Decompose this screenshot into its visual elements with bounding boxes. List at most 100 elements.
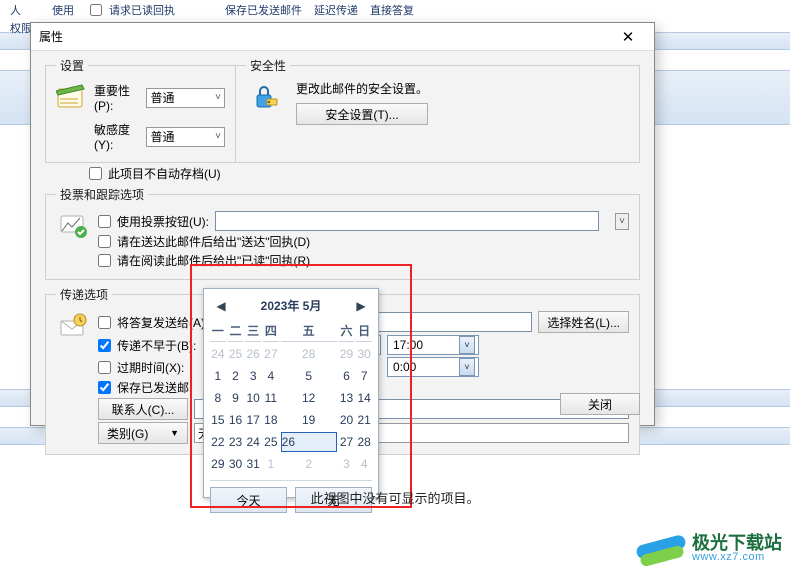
cal-day[interactable]: 26: [245, 344, 261, 364]
no-items-text: 此视图中没有可显示的项目。: [0, 488, 790, 507]
importance-label: 重要性(P):: [94, 82, 140, 113]
voting-input[interactable]: [215, 211, 599, 231]
settings-legend: 设置: [56, 57, 88, 74]
cal-day[interactable]: 24: [245, 432, 261, 452]
cal-day[interactable]: 2: [281, 454, 337, 474]
notbefore-time-input[interactable]: 17:00˅: [387, 335, 479, 355]
cal-day[interactable]: 4: [356, 454, 372, 474]
settings-fieldset: 设置 重要性(P): 普通˅ 敏感度(Y): 普通˅: [45, 57, 235, 163]
cal-day[interactable]: 1: [210, 366, 226, 386]
security-icon: [246, 80, 282, 116]
cal-title[interactable]: 2023年 5月: [261, 297, 322, 314]
voting-use-checkbox[interactable]: [98, 215, 111, 228]
cal-day[interactable]: 23: [228, 432, 244, 452]
cal-day[interactable]: 27: [339, 432, 355, 452]
cal-day[interactable]: 9: [228, 388, 244, 408]
voting-dropdown-icon[interactable]: ˅: [615, 213, 629, 230]
contacts-button[interactable]: 联系人(C)...: [98, 398, 188, 420]
security-text: 更改此邮件的安全设置。: [296, 80, 428, 97]
delivery-receipt-checkbox[interactable]: [98, 235, 111, 248]
cal-day[interactable]: 14: [356, 388, 372, 408]
cal-day[interactable]: 29: [210, 454, 226, 474]
savesent-checkbox[interactable]: [98, 381, 111, 394]
expire-time-input[interactable]: 0:00˅: [387, 357, 479, 377]
cal-day[interactable]: 22: [210, 432, 226, 452]
cal-day[interactable]: 31: [245, 454, 261, 474]
cal-day[interactable]: 19: [281, 410, 337, 430]
cal-day[interactable]: 18: [263, 410, 279, 430]
cal-day[interactable]: 26: [281, 432, 337, 452]
cal-next-button[interactable]: ▶: [354, 299, 368, 313]
cal-day[interactable]: 8: [210, 388, 226, 408]
cal-day[interactable]: 25: [263, 432, 279, 452]
close-button[interactable]: 关闭: [560, 393, 640, 415]
rib-col1a: 人: [6, 2, 36, 18]
brand-logo-icon: [636, 526, 686, 570]
cal-day[interactable]: 25: [228, 344, 244, 364]
delivery-legend: 传递选项: [56, 286, 112, 303]
chevron-down-icon[interactable]: ˅: [459, 358, 475, 376]
brand-en: www.xz7.com: [692, 552, 782, 563]
cal-day[interactable]: 1: [263, 454, 279, 474]
cal-dow: 一: [210, 320, 226, 342]
rib-delay[interactable]: 延迟传递: [310, 2, 362, 18]
cal-day[interactable]: 11: [263, 388, 279, 408]
cal-day[interactable]: 28: [356, 432, 372, 452]
cal-day[interactable]: 27: [263, 344, 279, 364]
rib-savesent[interactable]: 保存已发送邮件: [221, 2, 306, 18]
rib-col2a[interactable]: 使用: [48, 2, 78, 18]
rib-readreceipt-chk[interactable]: [90, 4, 102, 16]
noautosave-label: 此项目不自动存档(U): [108, 165, 221, 182]
category-button[interactable]: 类别(G)▼: [98, 422, 188, 444]
read-receipt-checkbox[interactable]: [98, 254, 111, 267]
cal-day[interactable]: 10: [245, 388, 261, 408]
cal-day[interactable]: 2: [228, 366, 244, 386]
cal-day[interactable]: 3: [339, 454, 355, 474]
dialog-title: 属性: [39, 28, 610, 45]
date-picker-popup: ◀ 2023年 5月 ▶ 一二三四五六日24252627282930123456…: [203, 288, 379, 498]
cal-day[interactable]: 12: [281, 388, 337, 408]
cal-dow: 三: [245, 320, 261, 342]
cal-dow: 五: [281, 320, 337, 342]
select-names-button[interactable]: 选择姓名(L)...: [538, 311, 629, 333]
cal-day[interactable]: 21: [356, 410, 372, 430]
notbefore-checkbox[interactable]: [98, 339, 111, 352]
security-legend: 安全性: [246, 57, 290, 74]
cal-dow: 四: [263, 320, 279, 342]
cal-day[interactable]: 17: [245, 410, 261, 430]
importance-select[interactable]: 普通˅: [146, 88, 225, 108]
cal-day[interactable]: 4: [263, 366, 279, 386]
voting-legend: 投票和跟踪选项: [56, 186, 148, 203]
cal-prev-button[interactable]: ◀: [214, 299, 228, 313]
cal-day[interactable]: 30: [356, 344, 372, 364]
cal-day[interactable]: 30: [228, 454, 244, 474]
delivery-icon: [56, 309, 92, 345]
cal-day[interactable]: 3: [245, 366, 261, 386]
security-settings-button[interactable]: 安全设置(T)...: [296, 103, 428, 125]
cal-day[interactable]: 28: [281, 344, 337, 364]
cal-day[interactable]: 5: [281, 366, 337, 386]
chevron-down-icon[interactable]: ˅: [459, 336, 475, 354]
cal-day[interactable]: 16: [228, 410, 244, 430]
read-receipt-label: 请在阅读此邮件后给出"已读"回执(R): [117, 252, 310, 269]
cal-day[interactable]: 13: [339, 388, 355, 408]
properties-icon: [56, 80, 88, 116]
sensitivity-select[interactable]: 普通˅: [146, 127, 225, 147]
cal-dow: 二: [228, 320, 244, 342]
cal-day[interactable]: 15: [210, 410, 226, 430]
expire-checkbox[interactable]: [98, 361, 111, 374]
brand-cn: 极光下载站: [692, 534, 782, 552]
delivery-receipt-label: 请在送达此邮件后给出"送达"回执(D): [117, 233, 310, 250]
cal-day[interactable]: 7: [356, 366, 372, 386]
security-fieldset: 安全性 更改此邮件的安全设置。 安全设置(T)...: [235, 57, 640, 163]
cal-day[interactable]: 24: [210, 344, 226, 364]
replyto-checkbox[interactable]: [98, 316, 111, 329]
voting-fieldset: 投票和跟踪选项 使用投票按钮(U): ˅ 请在送达此邮件后给出"送达"回执(D)…: [45, 186, 640, 280]
cal-day[interactable]: 20: [339, 410, 355, 430]
close-icon[interactable]: ✕: [610, 25, 646, 49]
cal-day[interactable]: 29: [339, 344, 355, 364]
noautosave-checkbox[interactable]: [89, 167, 102, 180]
cal-day[interactable]: 6: [339, 366, 355, 386]
rib-direct[interactable]: 直接答复: [366, 2, 418, 18]
cal-dow: 日: [356, 320, 372, 342]
